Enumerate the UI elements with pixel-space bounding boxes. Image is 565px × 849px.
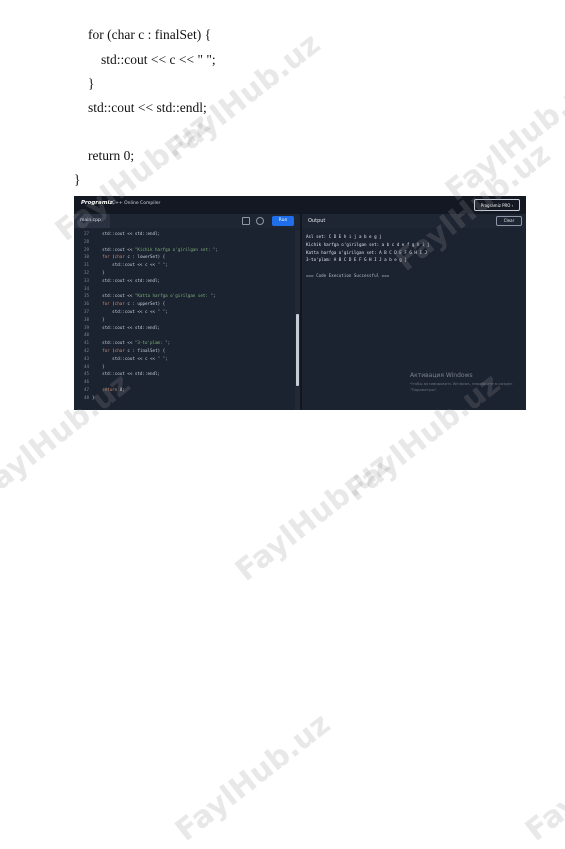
watermark: FaylHub.uz [228, 446, 398, 589]
doc-code-line-4: std::cout << std::endl; [88, 100, 207, 115]
code-line[interactable]: 28 [74, 238, 294, 246]
brand-subtitle: C++ Online Compiler [112, 200, 161, 206]
line-number: 28 [83, 238, 89, 244]
code-text: std::cout << std::endl; [92, 324, 161, 330]
theme-icon[interactable] [256, 217, 264, 225]
code-editor[interactable]: 27 std::cout << std::endl; 28 29 std::cout… [74, 230, 294, 410]
line-number: 41 [83, 340, 89, 346]
output-panel: Активация Windows Чтобы активировать Win… [302, 228, 526, 410]
code-line[interactable]: 30 for (char c : lowerSet) { [74, 253, 294, 261]
code-text: std::cout << c << " "; [92, 309, 168, 314]
code-line[interactable]: 43 std::cout << c << " "; [74, 355, 294, 363]
code-text: std::cout << c << " "; [92, 262, 168, 268]
code-line[interactable]: 42 for (char c : finalSet) { [74, 347, 294, 355]
brand-logo: Programiz [81, 200, 113, 206]
code-text: std::cout << std::endl; [92, 277, 161, 283]
line-number: 37 [83, 309, 89, 314]
output-line: 3-to'plam: A B C D E F G H I J a b e g j [306, 257, 407, 263]
watermark: FaylHub.uz [518, 706, 565, 849]
watermark: FaylHub.uz [168, 706, 338, 849]
editor-tabbar: main.cpp Run [74, 214, 300, 228]
windows-activation-title: Активация Windows [410, 372, 473, 379]
line-number: 36 [83, 301, 89, 307]
code-line[interactable]: 31 std::cout << c << " "; [74, 261, 294, 269]
code-line[interactable]: 38 } [74, 316, 294, 324]
code-text: } [92, 394, 95, 400]
doc-code-line-6: } [74, 172, 81, 187]
line-number: 46 [83, 379, 89, 385]
code-line[interactable]: 35 std::cout << "Katta harfga o'girilgan… [74, 292, 294, 300]
code-text: } [92, 270, 105, 275]
line-number: 38 [83, 316, 89, 322]
code-line[interactable]: 47 return 0; [74, 386, 294, 394]
code-line[interactable]: 32 } [74, 269, 294, 277]
code-text: return 0; [102, 387, 125, 392]
line-number: 42 [83, 348, 89, 353]
code-text: std::cout << std::endl; [92, 371, 161, 377]
code-line[interactable]: 36 for (char c : upperSet) { [74, 300, 294, 308]
line-number: 45 [83, 371, 89, 377]
output-tabbar: Output Clear [302, 214, 526, 228]
compiler-screenshot: Programiz C++ Online Compiler Programiz … [74, 196, 526, 410]
line-number: 31 [83, 262, 89, 268]
watermark: FaylHub.uz [158, 26, 328, 169]
watermark: FaylHub.uz [438, 66, 565, 209]
line-number: 40 [83, 332, 89, 338]
compiler-topbar: Programiz C++ Online Compiler Programiz … [74, 196, 526, 214]
code-line[interactable]: 33 std::cout << std::endl; [74, 277, 294, 285]
code-text: for (char c : upperSet) { [102, 301, 166, 307]
line-number: 34 [83, 285, 89, 291]
windows-activation-text: Чтобы активировать Windows, перейдите в … [410, 381, 513, 392]
doc-code-line-2: std::cout << c << " "; [101, 52, 216, 67]
editor-scrollbar-thumb[interactable] [296, 314, 299, 386]
code-line[interactable]: 27 std::cout << std::endl; [74, 230, 294, 238]
code-text: } [92, 316, 105, 322]
doc-code-line-5: return 0; [88, 148, 135, 163]
fullscreen-icon[interactable] [242, 217, 250, 225]
code-line[interactable]: 48} [74, 394, 294, 402]
code-text: std::cout << "Kichik harfga o'girilgan s… [92, 246, 219, 252]
line-number: 32 [83, 270, 89, 275]
code-text: std::cout << std::endl; [92, 231, 161, 236]
code-text: for (char c : lowerSet) { [102, 254, 166, 260]
line-number: 30 [83, 254, 89, 260]
run-button[interactable]: Run [272, 216, 294, 226]
line-number: 27 [83, 231, 89, 236]
output-line: Kichik harfga o'girilgan set: a b c d e … [306, 241, 430, 247]
doc-code-line-3: } [88, 76, 95, 91]
output-line: Asl set: C D E h i j a b e g j [306, 234, 382, 239]
line-number: 44 [83, 363, 89, 369]
code-text: std::cout << "3-to'plam: "; [92, 340, 171, 346]
line-number: 47 [83, 387, 89, 392]
output-line: Katta harfga o'girilgan set: A B C D E F… [306, 249, 428, 255]
line-number: 33 [83, 277, 89, 283]
file-tab-main-cpp[interactable]: main.cpp [74, 214, 110, 228]
line-number: 39 [83, 324, 89, 330]
line-number: 48 [83, 394, 89, 400]
output-title: Output [308, 218, 326, 224]
output-line: === Code Execution Successful === [306, 273, 390, 278]
code-line[interactable]: 39 std::cout << std::endl; [74, 324, 294, 332]
code-line[interactable]: 29 std::cout << "Kichik harfga o'girilga… [74, 246, 294, 254]
code-line[interactable]: 40 [74, 331, 294, 339]
code-text: std::cout << "Katta harfga o'girilgan se… [92, 293, 216, 299]
line-number: 43 [83, 355, 89, 361]
code-line[interactable]: 45 std::cout << std::endl; [74, 370, 294, 378]
code-line[interactable]: 37 std::cout << c << " "; [74, 308, 294, 316]
clear-button[interactable]: Clear [496, 216, 522, 226]
line-number: 29 [83, 246, 89, 252]
programiz-pro-button[interactable]: Programiz PRO › [474, 199, 520, 211]
code-line[interactable]: 41 std::cout << "3-to'plam: "; [74, 339, 294, 347]
code-text: } [92, 363, 105, 369]
code-line[interactable]: 46 [74, 378, 294, 386]
code-line[interactable]: 44 } [74, 363, 294, 371]
code-text: std::cout << c << " "; [92, 355, 168, 361]
doc-code-line-1: for (char c : finalSet) { [88, 27, 212, 42]
line-number: 35 [83, 293, 89, 299]
code-line[interactable]: 34 [74, 285, 294, 293]
code-text: for (char c : finalSet) { [102, 348, 166, 353]
